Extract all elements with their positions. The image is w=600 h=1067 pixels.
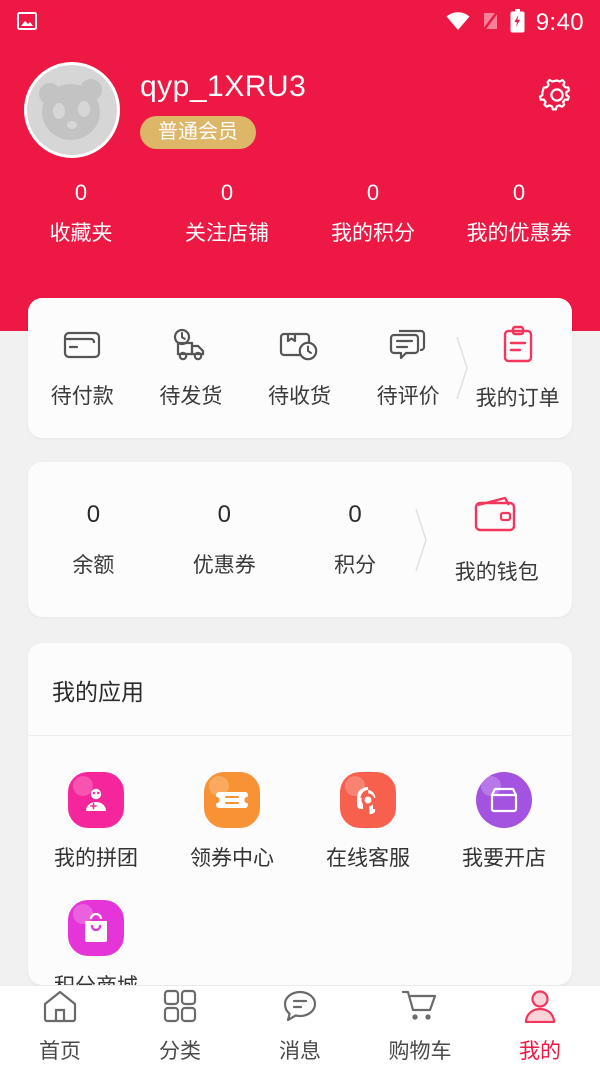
nav-item-label: 首页 <box>39 1039 81 1063</box>
wallet-value: 0 <box>348 500 362 528</box>
nav-item-label: 分类 <box>159 1039 201 1063</box>
panda-avatar-glyph <box>39 79 102 140</box>
wallet-value: 0 <box>217 500 231 528</box>
wifi-icon <box>445 11 471 36</box>
app-item-label: 在线客服 <box>326 847 410 870</box>
avatar[interactable] <box>24 62 120 158</box>
stat-value: 0 <box>220 180 234 205</box>
stat-label: 关注店铺 <box>185 222 269 246</box>
chat-icon <box>282 989 318 1028</box>
stat-favorites[interactable]: 0 收藏夹 <box>8 180 154 247</box>
my-orders-button[interactable]: 我的订单 <box>463 298 572 438</box>
divider-chevron <box>456 331 469 405</box>
wallet-label: 积分 <box>334 553 377 577</box>
profile-info: qyp_1XRU3 普通会员 <box>140 62 306 149</box>
nav-item-profile[interactable]: 我的 <box>480 989 600 1065</box>
wallet-card: 0 余额 0 优惠券 0 积分 我的钱包 <box>28 462 572 617</box>
order-item-label: 待付款 <box>50 385 114 408</box>
status-left-icons <box>16 10 38 37</box>
nav-item-categories[interactable]: 分类 <box>120 989 240 1065</box>
order-item-unpaid[interactable]: 待付款 <box>28 298 137 438</box>
my-orders-label: 我的订单 <box>475 387 560 410</box>
stat-label: 收藏夹 <box>49 222 113 246</box>
order-item-label: 待收货 <box>267 385 331 408</box>
profile-stats: 0 收藏夹 0 关注店铺 0 我的积分 0 我的优惠券 <box>0 158 600 247</box>
group-buy-icon <box>68 772 124 828</box>
order-item-label: 待评价 <box>376 385 440 408</box>
order-item-unreceived[interactable]: 待收货 <box>245 298 354 438</box>
status-bar: 9:40 <box>0 0 600 46</box>
profile-row: qyp_1XRU3 普通会员 <box>0 46 600 158</box>
stat-my-coupons[interactable]: 0 我的优惠券 <box>446 180 592 247</box>
app-item-points-mall[interactable]: 积分商城 <box>28 886 164 985</box>
nav-item-messages[interactable]: 消息 <box>240 989 360 1065</box>
app-item-group-buy[interactable]: 我的拼团 <box>28 758 164 886</box>
card-icon <box>61 326 103 369</box>
headset-support-icon <box>340 772 396 828</box>
my-wallet-label: 我的钱包 <box>454 561 539 584</box>
wallet-item-points[interactable]: 0 积分 <box>290 501 421 579</box>
apps-grid: 我的拼团 领券中心 在线客服 我要开店 <box>28 736 572 985</box>
username: qyp_1XRU3 <box>140 70 307 103</box>
nav-item-label: 消息 <box>279 1039 321 1063</box>
wallet-item-coupons[interactable]: 0 优惠券 <box>159 501 290 579</box>
stat-label: 我的积分 <box>331 222 415 246</box>
my-apps-card: 我的应用 我的拼团 领券中心 在线客服 我要开店 <box>28 643 572 985</box>
wallet-item-balance[interactable]: 0 余额 <box>28 501 159 579</box>
comment-icon <box>387 326 429 369</box>
clock-time: 9:40 <box>535 9 584 36</box>
nav-item-home[interactable]: 首页 <box>0 989 120 1065</box>
nav-item-cart[interactable]: 购物车 <box>360 989 480 1065</box>
signal-icon <box>481 9 499 37</box>
nav-item-label: 购物车 <box>388 1039 452 1063</box>
app-item-open-shop[interactable]: 我要开店 <box>436 758 572 886</box>
nav-item-label: 我的 <box>519 1039 561 1063</box>
battery-charging-icon <box>510 8 525 38</box>
app-screen: 9:40 qyp_1XRU3 普通会员 0 收藏夹 0 关注店铺 0 我的积分 … <box>0 0 600 1067</box>
wallet-value: 0 <box>86 500 101 528</box>
app-item-label: 领券中心 <box>190 847 274 870</box>
gear-icon <box>538 78 576 118</box>
image-icon <box>16 10 38 37</box>
stat-value: 0 <box>74 180 88 205</box>
wallet-icon <box>471 493 523 542</box>
stat-value: 0 <box>512 180 526 205</box>
order-status-card: 待付款 待发货 待收货 待评价 我的订单 <box>28 298 572 438</box>
stat-my-points[interactable]: 0 我的积分 <box>300 180 446 247</box>
wallet-label: 优惠券 <box>192 553 256 577</box>
order-item-unreviewed[interactable]: 待评价 <box>354 298 463 438</box>
shopping-bag-icon <box>68 900 124 956</box>
cart-icon <box>401 989 439 1028</box>
package-clock-icon <box>277 326 321 369</box>
wallet-label: 余额 <box>72 553 115 577</box>
app-item-label: 我要开店 <box>462 847 546 870</box>
app-item-label: 我的拼团 <box>54 847 138 870</box>
member-badge[interactable]: 普通会员 <box>140 116 256 149</box>
divider-chevron <box>414 503 427 577</box>
order-item-label: 待发货 <box>159 385 223 408</box>
order-item-unshipped[interactable]: 待发货 <box>137 298 246 438</box>
app-item-coupon-center[interactable]: 领券中心 <box>164 758 300 886</box>
grid-icon <box>163 989 197 1028</box>
app-item-online-service[interactable]: 在线客服 <box>300 758 436 886</box>
user-icon <box>523 989 557 1028</box>
my-wallet-button[interactable]: 我的钱包 <box>422 493 572 586</box>
stat-value: 0 <box>366 180 380 205</box>
stat-followed-shops[interactable]: 0 关注店铺 <box>154 180 300 247</box>
clipboard-icon <box>497 324 539 371</box>
shop-icon <box>476 772 532 828</box>
truck-icon <box>169 326 213 369</box>
stat-label: 我的优惠券 <box>466 222 572 246</box>
profile-header: qyp_1XRU3 普通会员 0 收藏夹 0 关注店铺 0 我的积分 0 我的优… <box>0 46 600 331</box>
ticket-icon <box>204 772 260 828</box>
app-item-label: 积分商城 <box>54 970 138 985</box>
bottom-navigation: 首页 分类 消息 购物车 我的 <box>0 985 600 1067</box>
home-icon <box>42 989 78 1028</box>
status-right-icons: 9:40 <box>445 8 584 38</box>
my-apps-title: 我的应用 <box>52 679 144 705</box>
settings-button[interactable] <box>538 62 576 119</box>
